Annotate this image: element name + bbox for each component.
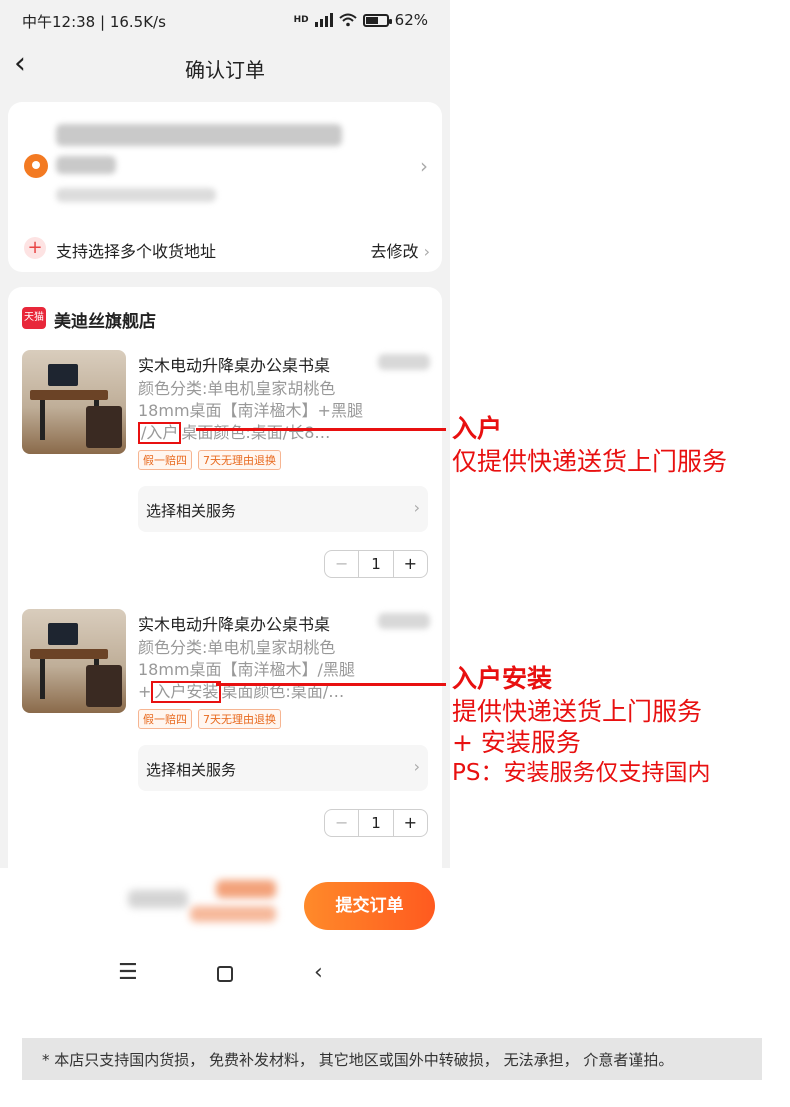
checkout-bar: 提交订单 — [0, 868, 450, 948]
spec-highlight: /入户 — [138, 422, 182, 444]
callout-line — [196, 428, 446, 431]
plus-button[interactable]: + — [392, 810, 427, 836]
spec-text: 颜色分类:单电机皇家胡桃色18mm桌面【南洋楹木】+黑腿 — [138, 379, 363, 420]
product-title[interactable]: 实木电动升降桌办公桌书桌 — [138, 611, 330, 635]
home-icon[interactable] — [217, 966, 233, 982]
modify-label: 去修改 — [370, 242, 419, 261]
footer-notice: * 本店只支持国内货损， 免费补发材料， 其它地区或国外中转破损， 无法承担， … — [22, 1038, 762, 1080]
badge-fake-compensation: 假一赔四 — [138, 709, 192, 729]
address-card[interactable]: › + 支持选择多个收货地址 去修改 › — [8, 102, 442, 272]
product-thumbnail[interactable] — [22, 609, 126, 713]
badge-group: 假一赔四 7天无理由退换 — [138, 709, 281, 729]
annotation-title: 入户 — [452, 414, 503, 443]
menu-icon[interactable]: ☰ — [118, 960, 138, 985]
quantity-stepper: − 1 + — [324, 550, 428, 578]
thumb-monitor — [48, 623, 78, 645]
chevron-right-icon: › — [413, 757, 420, 776]
modify-address-link[interactable]: 去修改 › — [370, 238, 430, 262]
thumb-desk — [30, 390, 108, 400]
chevron-right-icon: › — [413, 498, 420, 517]
product-title[interactable]: 实木电动升降桌办公桌书桌 — [138, 352, 330, 376]
tmall-logo: 天猫 — [22, 307, 46, 329]
annotation-body: + 安装服务 — [452, 728, 581, 757]
submit-order-button[interactable]: 提交订单 — [304, 882, 435, 930]
plus-circle-icon[interactable]: + — [24, 237, 46, 259]
badge-7day-return: 7天无理由退换 — [198, 709, 281, 729]
back-icon[interactable]: ‹ — [314, 960, 323, 985]
callout-line — [216, 683, 446, 686]
footer-text: * 本店只支持国内货损， 免费补发材料， 其它地区或国外中转破损， 无法承担， … — [42, 1051, 674, 1069]
status-bar: 中午12:38 | 16.5K/s HD 62% — [0, 0, 450, 42]
page-title: 确认订单 — [185, 58, 265, 82]
annotation-body: 提供快递送货上门服务 — [452, 697, 703, 726]
battery-fill — [365, 16, 378, 24]
service-label: 选择相关服务 — [146, 502, 237, 520]
badge-fake-compensation: 假一赔四 — [138, 450, 192, 470]
battery-icon — [362, 13, 392, 27]
address-line-blurred — [56, 124, 342, 146]
thumb-desk — [30, 649, 108, 659]
product-spec: 颜色分类:单电机皇家胡桃色18mm桌面【南洋楹木】+黑腿/入户 桌面颜色:桌面/长… — [138, 378, 368, 444]
plus-button[interactable]: + — [392, 551, 427, 577]
wifi-icon — [338, 13, 357, 27]
thumb-leg — [40, 659, 45, 699]
order-item: 实木电动升降桌办公桌书桌 颜色分类:单电机皇家胡桃色18mm桌面【南洋楹木】/黑… — [8, 609, 442, 849]
select-service-button[interactable]: 选择相关服务 › — [138, 486, 428, 532]
thumb-tag — [86, 665, 122, 707]
minus-button[interactable]: − — [325, 810, 360, 836]
order-item: 实木电动升降桌办公桌书桌 颜色分类:单电机皇家胡桃色18mm桌面【南洋楹木】+黑… — [8, 350, 442, 590]
product-spec: 颜色分类:单电机皇家胡桃色18mm桌面【南洋楹木】/黑腿+ 入户安装 桌面颜色:桌面… — [138, 637, 368, 703]
nav-bar: ‹ 确认订单 — [0, 42, 450, 90]
shop-name[interactable]: 美迪丝旗舰店 — [54, 307, 156, 332]
quantity-stepper: − 1 + — [324, 809, 428, 837]
annotation-ps: PS：安装服务仅支持国内 — [452, 760, 711, 786]
price-blurred — [378, 354, 430, 370]
status-time: 中午12:38 | 16.5K/s — [22, 13, 166, 31]
annotation-home-delivery: 入户 仅提供快递送货上门服务 — [452, 412, 727, 477]
phone-screen: 中午12:38 | 16.5K/s HD 62% ‹ 确认订单 › + 支持选择… — [0, 0, 450, 1005]
annotation-body: 仅提供快递送货上门服务 — [452, 447, 728, 476]
select-service-button[interactable]: 选择相关服务 › — [138, 745, 428, 791]
address-detail-blurred — [56, 156, 116, 174]
thumb-monitor — [48, 364, 78, 386]
spec-highlight: 入户安装 — [151, 681, 222, 703]
battery-percent: 62% — [394, 11, 428, 29]
total-label-blurred — [128, 890, 188, 908]
thumb-tag — [86, 406, 122, 448]
product-thumbnail[interactable] — [22, 350, 126, 454]
annotation-home-install: 入户安装 提供快递送货上门服务 + 安装服务 PS：安装服务仅支持国内 — [452, 662, 710, 789]
system-nav-bar: ☰ ‹ — [0, 948, 450, 1005]
price-blurred — [378, 613, 430, 629]
quantity-value[interactable]: 1 — [359, 551, 392, 577]
service-label: 选择相关服务 — [146, 761, 237, 779]
contact-blurred — [56, 188, 216, 202]
multi-address-label[interactable]: 支持选择多个收货地址 — [56, 238, 216, 262]
thumb-leg — [40, 400, 45, 440]
minus-button[interactable]: − — [325, 551, 360, 577]
chevron-right-icon: › — [423, 242, 430, 261]
total-price-blurred — [216, 880, 276, 898]
hd-icon: HD — [293, 15, 309, 25]
signal-icon — [314, 13, 333, 27]
location-pin-icon — [24, 154, 48, 178]
quantity-value[interactable]: 1 — [359, 810, 392, 836]
chevron-right-icon[interactable]: › — [420, 154, 428, 178]
status-icons: HD 62% — [294, 11, 428, 29]
spec-text-rest: 桌面颜色:桌面/长8… — [181, 423, 331, 442]
badge-group: 假一赔四 7天无理由退换 — [138, 450, 281, 470]
badge-7day-return: 7天无理由退换 — [198, 450, 281, 470]
discount-blurred — [190, 906, 276, 922]
annotation-title: 入户安装 — [452, 664, 553, 693]
shop-card: 天猫 美迪丝旗舰店 实木电动升降桌办公桌书桌 颜色分类:单电机皇家胡桃色18mm… — [8, 287, 442, 887]
